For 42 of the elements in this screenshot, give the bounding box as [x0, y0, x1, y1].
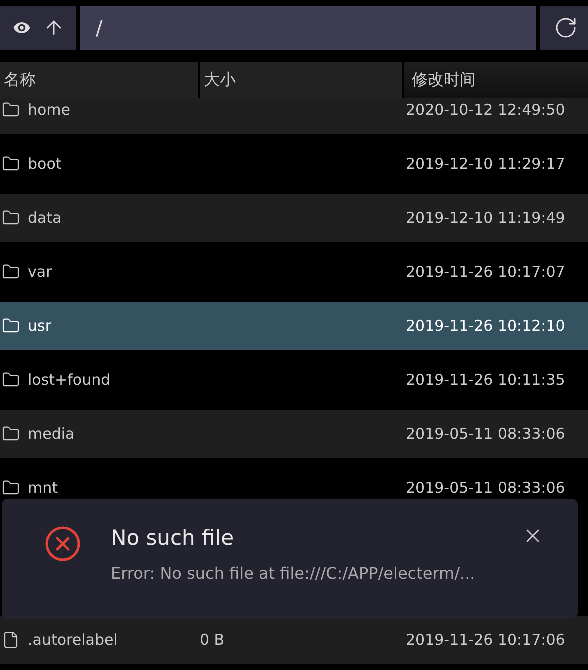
modified-time: 2020-10-12 12:49:50 — [406, 101, 566, 119]
folder-icon — [2, 209, 20, 227]
modified-time: 2019-11-26 10:12:10 — [406, 317, 566, 335]
file-row[interactable]: data 2019-12-10 11:19:49 — [0, 194, 588, 242]
folder-icon — [2, 479, 20, 497]
file-size: 0 B — [200, 631, 225, 649]
modified-time: 2019-11-26 10:17:06 — [406, 631, 566, 649]
file-name: media — [28, 425, 75, 443]
refresh-button[interactable] — [540, 6, 588, 50]
folder-icon — [2, 155, 20, 173]
file-row[interactable]: usr 2019-11-26 10:12:10 — [0, 302, 588, 350]
file-name: var — [28, 263, 52, 281]
folder-icon — [2, 263, 20, 281]
notification-message: Error: No such file at file:///C:/APP/electerm/... — [111, 564, 476, 583]
modified-time: 2019-05-11 08:33:06 — [406, 425, 566, 443]
file-icon — [2, 631, 20, 649]
path-field[interactable]: / — [80, 6, 536, 50]
refresh-icon — [554, 16, 578, 40]
file-name: data — [28, 209, 62, 227]
modified-time: 2019-05-11 08:33:06 — [406, 479, 566, 497]
notification-title: No such file — [111, 526, 235, 550]
file-name: home — [28, 101, 71, 119]
file-name: mnt — [28, 479, 58, 497]
file-name: usr — [28, 317, 52, 335]
file-name: lost+found — [28, 371, 111, 389]
column-header[interactable]: 大小 — [200, 62, 402, 98]
folder-icon — [2, 371, 20, 389]
folder-icon — [2, 425, 20, 443]
column-header[interactable]: 修改时间 — [404, 62, 588, 98]
modified-time: 2019-11-26 10:17:07 — [406, 263, 566, 281]
error-icon — [45, 526, 81, 562]
folder-icon — [2, 317, 20, 335]
file-row[interactable]: home 2020-10-12 12:49:50 — [0, 98, 588, 134]
file-name: boot — [28, 155, 62, 173]
folder-icon — [2, 101, 20, 119]
file-name: .autorelabel — [28, 631, 118, 649]
column-header[interactable]: 名称 — [0, 62, 198, 98]
file-row[interactable]: media 2019-05-11 08:33:06 — [0, 410, 588, 458]
modified-time: 2019-11-26 10:11:35 — [406, 371, 566, 389]
file-row[interactable]: .autorelabel 0 B 2019-11-26 10:17:06 — [0, 616, 588, 664]
modified-time: 2019-12-10 11:19:49 — [406, 209, 566, 227]
modified-time: 2019-12-10 11:29:17 — [406, 155, 566, 173]
